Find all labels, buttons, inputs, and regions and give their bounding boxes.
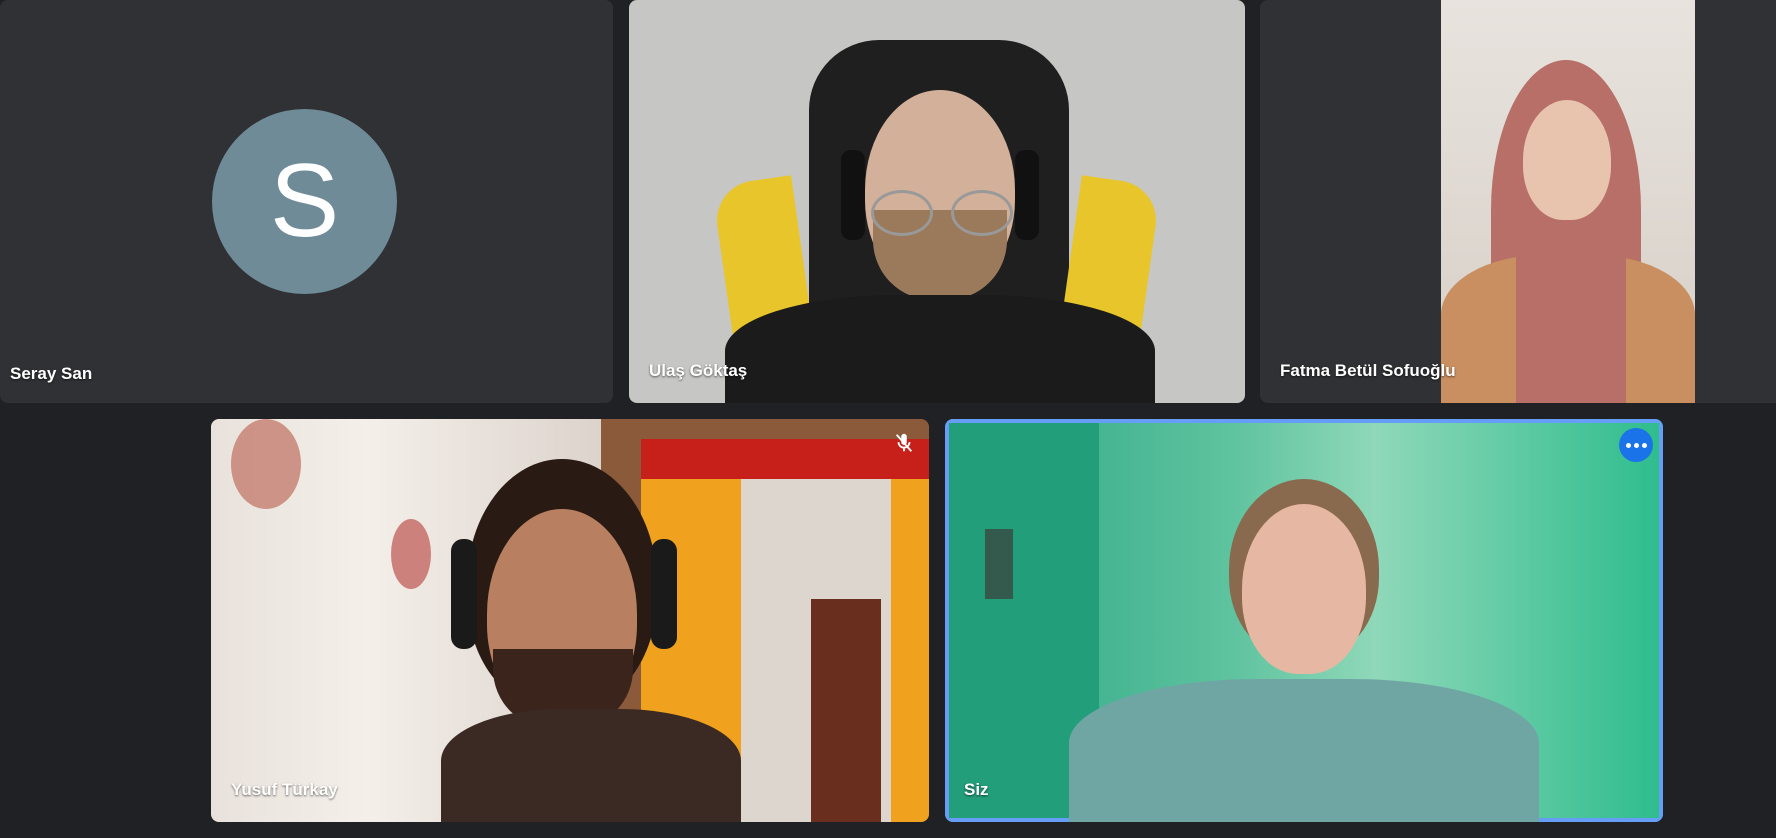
participant-video xyxy=(629,0,1245,403)
meeting-grid: S Seray San Ulaş Göktaş Fatma Betül Sofu… xyxy=(0,0,1776,838)
participant-video xyxy=(945,419,1663,822)
more-options-button[interactable] xyxy=(1619,428,1653,462)
participant-name: Siz xyxy=(964,780,989,799)
participant-avatar: S xyxy=(212,109,397,294)
participant-name: Seray San xyxy=(10,364,93,383)
participant-tile-fatma-betul-sofuoglu[interactable]: Fatma Betül Sofuoğlu xyxy=(1260,0,1776,403)
participant-tile-ulas-goktas[interactable]: Ulaş Göktaş xyxy=(629,0,1245,403)
participant-tile-yusuf-turkay[interactable]: Yusuf Türkay xyxy=(211,419,929,822)
participant-tile-self[interactable]: Siz xyxy=(945,419,1663,822)
more-options-icon xyxy=(1625,442,1631,448)
participant-name: Yusuf Türkay xyxy=(231,780,338,799)
participant-name: Ulaş Göktaş xyxy=(649,361,748,380)
mic-off-icon xyxy=(893,432,915,454)
participant-name: Fatma Betül Sofuoğlu xyxy=(1280,361,1456,380)
participant-video xyxy=(211,419,929,822)
participant-tile-seray-san[interactable]: S Seray San xyxy=(0,0,613,403)
participant-video xyxy=(1441,0,1695,403)
